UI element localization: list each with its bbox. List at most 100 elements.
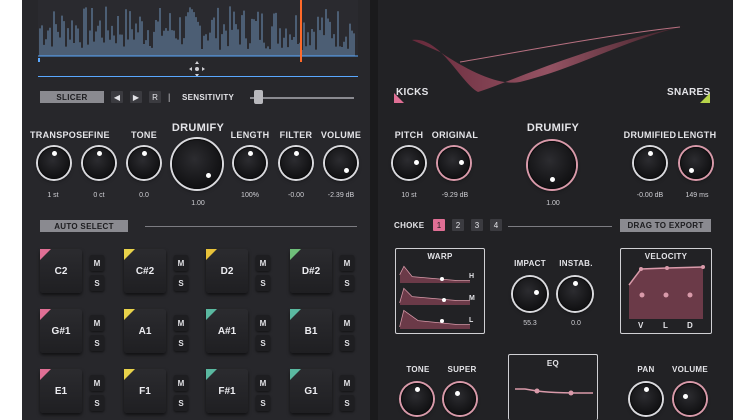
drumify-value: 1.00 xyxy=(191,200,205,207)
mute-button[interactable]: M xyxy=(90,375,104,391)
solo-button[interactable]: S xyxy=(90,395,104,411)
length-right-knob[interactable] xyxy=(680,147,712,179)
drum-pad[interactable]: G#1 xyxy=(40,309,82,353)
pad-color-marker xyxy=(40,309,51,320)
auto-select-button[interactable]: AUTO SELECT xyxy=(40,220,128,232)
mute-button[interactable]: M xyxy=(174,375,188,391)
drum-shape-visual xyxy=(412,26,684,92)
velocity-curve-display[interactable] xyxy=(627,263,707,321)
mute-button[interactable]: M xyxy=(256,315,270,331)
original-knob[interactable] xyxy=(438,147,470,179)
volume-knob[interactable] xyxy=(325,147,357,179)
solo-button[interactable]: S xyxy=(256,275,270,291)
choke-group-button[interactable]: 1 xyxy=(433,219,445,231)
mute-button[interactable]: M xyxy=(340,315,354,331)
pitch-value: 10 st xyxy=(401,192,417,199)
drumify-knob[interactable] xyxy=(172,139,222,189)
drum-pad[interactable]: E1 xyxy=(40,369,82,413)
super-label: SUPER xyxy=(447,365,477,374)
solo-button[interactable]: S xyxy=(174,335,188,351)
drum-pad[interactable]: G1 xyxy=(290,369,332,413)
drum-pad[interactable]: B1 xyxy=(290,309,332,353)
drumified-knob[interactable] xyxy=(634,147,666,179)
fine-knob[interactable] xyxy=(83,147,115,179)
drum-pad[interactable]: A#1 xyxy=(206,309,248,353)
pad-note-label: G#1 xyxy=(51,325,71,337)
kicks-label[interactable]: KICKS xyxy=(396,87,429,98)
mute-button[interactable]: M xyxy=(340,255,354,271)
eq-curve-display[interactable] xyxy=(513,377,595,417)
instab-knob[interactable] xyxy=(558,277,592,311)
waveform-display[interactable] xyxy=(38,0,358,62)
choke-group-button[interactable]: 4 xyxy=(490,219,502,231)
solo-button[interactable]: S xyxy=(256,395,270,411)
length-knob[interactable] xyxy=(234,147,266,179)
eq-panel[interactable]: EQ xyxy=(508,354,598,420)
choke-group-button[interactable]: 2 xyxy=(452,219,464,231)
drumify-right-label: DRUMIFY xyxy=(526,122,580,134)
velocity-title: VELOCITY xyxy=(644,252,688,261)
waveform-baseline xyxy=(38,76,358,77)
mute-button[interactable]: M xyxy=(174,255,188,271)
mute-button[interactable]: M xyxy=(256,375,270,391)
play-button[interactable]: ▶ xyxy=(130,91,142,103)
pad-note-label: D#2 xyxy=(301,265,321,277)
tone-right-knob[interactable] xyxy=(401,383,433,415)
drum-pad[interactable]: D2 xyxy=(206,249,248,293)
sensitivity-label: SENSITIVITY xyxy=(182,93,235,102)
drum-pad[interactable]: F#1 xyxy=(206,369,248,413)
pad-color-marker xyxy=(124,309,135,320)
drumified-label: DRUMIFIED xyxy=(623,130,677,140)
transpose-label: TRANSPOSE xyxy=(30,130,89,140)
solo-button[interactable]: S xyxy=(256,335,270,351)
solo-button[interactable]: S xyxy=(340,275,354,291)
solo-button[interactable]: S xyxy=(340,335,354,351)
slicer-button[interactable]: SLICER xyxy=(40,91,104,103)
solo-button[interactable]: S xyxy=(90,335,104,351)
impact-knob[interactable] xyxy=(513,277,547,311)
tone-knob[interactable] xyxy=(128,147,160,179)
mute-button[interactable]: M xyxy=(90,315,104,331)
warp-h-label: H xyxy=(469,273,475,280)
super-knob[interactable] xyxy=(444,383,476,415)
pitch-knob[interactable] xyxy=(393,147,425,179)
drum-pad[interactable]: D#2 xyxy=(290,249,332,293)
tone-value: 0.0 xyxy=(139,192,149,199)
length-label: LENGTH xyxy=(230,130,270,140)
pad-color-marker xyxy=(40,249,51,260)
transpose-knob[interactable] xyxy=(38,147,70,179)
reset-button[interactable]: R xyxy=(149,91,161,103)
filter-knob[interactable] xyxy=(280,147,312,179)
drum-pad[interactable]: C2 xyxy=(40,249,82,293)
pad-color-marker xyxy=(290,309,301,320)
slice-start-handle xyxy=(38,58,40,62)
drumify-right-knob[interactable] xyxy=(528,141,576,189)
pan-knob[interactable] xyxy=(630,383,662,415)
mute-button[interactable]: M xyxy=(340,375,354,391)
length-value: 100% xyxy=(241,192,259,199)
velocity-panel[interactable]: VELOCITY V L D xyxy=(620,248,712,334)
drum-pad[interactable]: F1 xyxy=(124,369,166,413)
drum-pad[interactable]: C#2 xyxy=(124,249,166,293)
sensitivity-slider-thumb[interactable] xyxy=(254,90,263,104)
solo-button[interactable]: S xyxy=(174,395,188,411)
warp-l-label: L xyxy=(469,317,474,324)
drag-to-export-button[interactable]: DRAG TO EXPORT xyxy=(620,219,711,232)
pad-note-label: G1 xyxy=(304,385,318,397)
tone-right-label: TONE xyxy=(406,365,430,374)
sensitivity-slider-track[interactable] xyxy=(250,97,354,99)
original-label: ORIGINAL xyxy=(431,130,479,140)
mute-button[interactable]: M xyxy=(90,255,104,271)
drum-pad[interactable]: A1 xyxy=(124,309,166,353)
mute-button[interactable]: M xyxy=(256,255,270,271)
choke-group-button[interactable]: 3 xyxy=(471,219,483,231)
solo-button[interactable]: S xyxy=(340,395,354,411)
solo-button[interactable]: S xyxy=(90,275,104,291)
mute-button[interactable]: M xyxy=(174,315,188,331)
velocity-v-label: V xyxy=(638,321,644,330)
solo-button[interactable]: S xyxy=(174,275,188,291)
warp-panel[interactable]: WARP H M L xyxy=(395,248,485,334)
previous-slice-button[interactable]: ◀ xyxy=(111,91,123,103)
volume-right-knob[interactable] xyxy=(674,383,706,415)
volume-right-label: VOLUME xyxy=(671,365,709,374)
